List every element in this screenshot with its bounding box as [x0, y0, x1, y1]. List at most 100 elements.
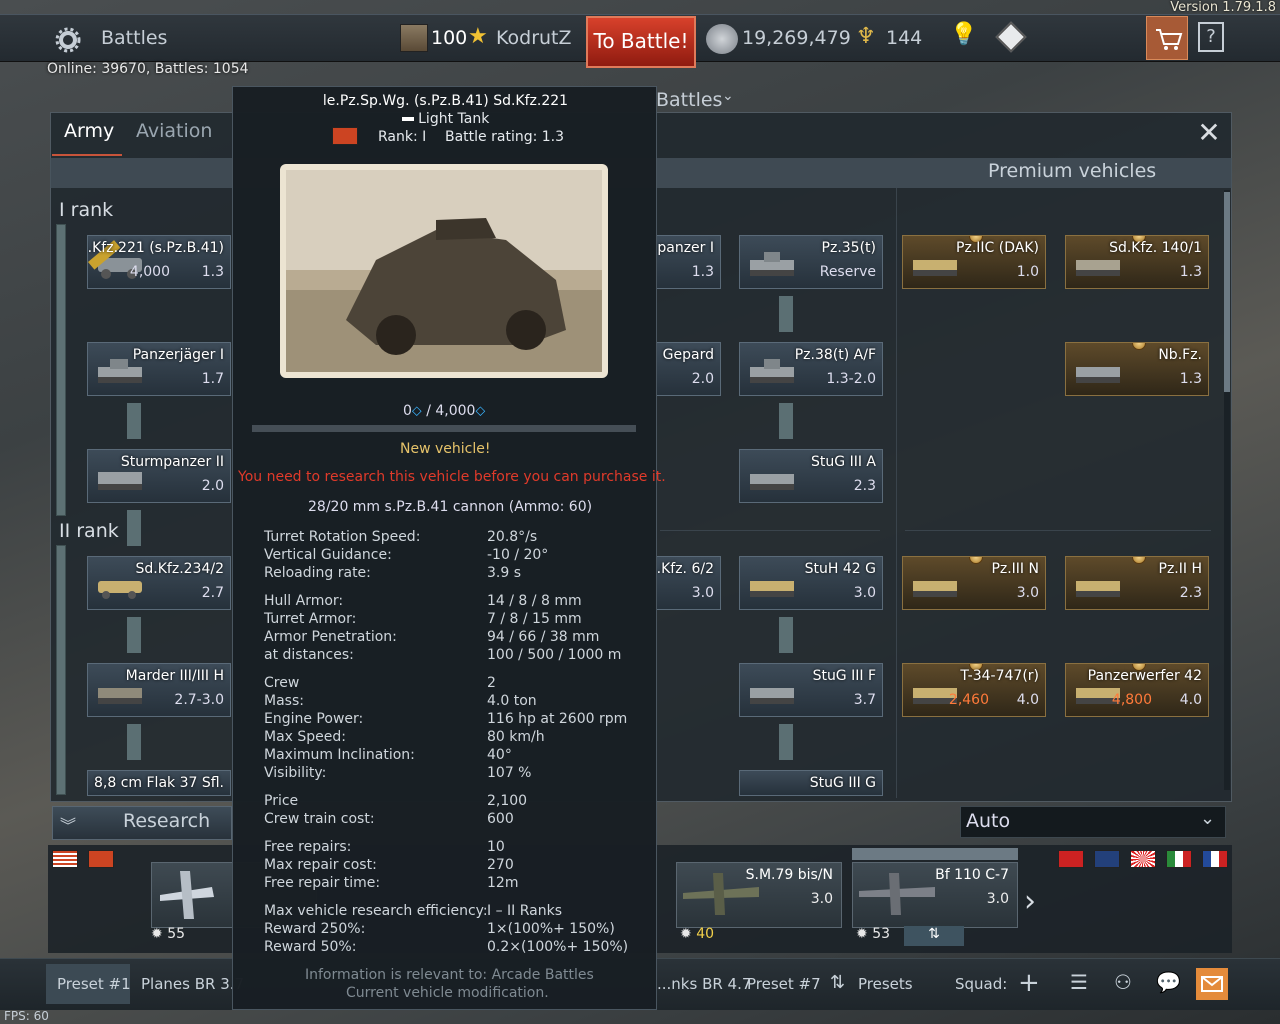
vehicle-card-stug-iii-g[interactable]: StuG III G [739, 770, 883, 796]
ussr-flag-icon[interactable] [1058, 850, 1084, 868]
vehicle-card-sdkfz221[interactable]: Sd.Kfz.221 (s.Pz.B.41) 4,000 1.3 [87, 235, 231, 289]
stat-value: 1×(100%+ 150%) [487, 921, 615, 937]
stat-label: Hull Armor: [264, 593, 344, 609]
vehicle-card-sdkfz6-2[interactable]: ...Kfz. 6/2 3.0 [655, 556, 721, 610]
battle-rating: 1.3-2.0 [826, 371, 876, 387]
vehicle-card-pz35t[interactable]: Pz.35(t) Reserve [739, 235, 883, 289]
list-icon[interactable]: ☰ [1070, 970, 1088, 994]
vehicle-card-t34-747r[interactable]: T-34-747(r) 2,460 4.0 [902, 663, 1046, 717]
chevron-right-icon[interactable]: › [1024, 884, 1036, 919]
stat-label: Maximum Inclination: [264, 747, 415, 763]
vehicle-card-pz-iii-n[interactable]: Pz.III N 3.0 [902, 556, 1046, 610]
battle-rating: 2.7-3.0 [174, 692, 224, 708]
vehicle-name: Marder III/III H [125, 668, 224, 684]
research-label[interactable]: Research [123, 810, 210, 832]
vehicle-card-stug-iii-f[interactable]: StuG III F 3.7 [739, 663, 883, 717]
vehicle-card-pz38t[interactable]: Pz.38(t) A/F 1.3-2.0 [739, 342, 883, 396]
to-battle-button[interactable]: To Battle! [586, 16, 696, 68]
sort-arrows-icon: ⇅ [830, 972, 846, 993]
rank-bar-1 [56, 224, 66, 516]
vehicle-card-nbfz[interactable]: Nb.Fz. 1.3 [1065, 342, 1209, 396]
preset-1-label[interactable]: Preset #1 [57, 975, 131, 993]
tab-aviation[interactable]: Aviation [136, 120, 212, 142]
stat-label: Free repairs: [264, 839, 352, 855]
vehicle-name: Nb.Fz. [1158, 347, 1202, 363]
vehicle-name: Sd.Kfz.234/2 [135, 561, 224, 577]
germany-flag-icon[interactable] [88, 850, 114, 868]
stat-label: Max repair cost: [264, 857, 377, 873]
research-warning: You need to research this vehicle before… [238, 469, 666, 485]
vehicle-card-pz-ii-h[interactable]: Pz.II H 2.3 [1065, 556, 1209, 610]
light-tank-icon [401, 117, 414, 121]
usa-flag-icon[interactable] [52, 850, 78, 868]
stat-value: 2 [487, 675, 496, 691]
vehicle-name: Pz.II H [1158, 561, 1202, 577]
vehicle-icon [750, 252, 794, 276]
vehicle-card-panzerwerfer-42[interactable]: Panzerwerfer 42 4,800 4.0 [1065, 663, 1209, 717]
tree-arrow [127, 510, 141, 546]
contacts-icon[interactable]: ⚇ [1114, 970, 1132, 994]
stat-label: Crew train cost: [264, 811, 375, 827]
vehicle-class: Light Tank [418, 111, 490, 127]
battle-rating: 4.0 [1016, 692, 1039, 708]
britain-flag-icon[interactable] [1094, 850, 1120, 868]
preset-tanks-br47[interactable]: ...nks BR 4.7 [657, 975, 751, 993]
vehicle-card-stuh-42-g[interactable]: StuH 42 G 3.0 [739, 556, 883, 610]
online-status: Online: 39670, Battles: 1054 [47, 61, 249, 77]
vehicle-icon [1076, 367, 1120, 383]
vehicle-card-marder-iii[interactable]: Marder III/III H 2.7-3.0 [87, 663, 231, 717]
lightbulb-icon[interactable]: 💡 [950, 22, 977, 47]
germany-flag-icon [332, 127, 358, 145]
add-squad-icon[interactable]: + [1018, 968, 1040, 998]
vehicle-name: Panzerwerfer 42 [1087, 668, 1202, 684]
vehicle-card-sturmpanzer-ii[interactable]: Sturmpanzer II 2.0 [87, 449, 231, 503]
crew-slot-bf110[interactable]: Bf 110 C-7 3.0 [852, 862, 1018, 928]
tab-army[interactable]: Army [64, 120, 114, 142]
gear-icon[interactable] [54, 26, 82, 54]
vehicle-card-stug-iii-a[interactable]: StuG III A 2.3 [739, 449, 883, 503]
stat-label: Reloading rate: [264, 565, 371, 581]
vehicle-card-col2-1[interactable]: ...panzer I 1.3 [655, 235, 721, 289]
star-icon: ★ [468, 24, 488, 49]
stat-label: Turret Armor: [264, 611, 357, 627]
france-flag-icon[interactable] [1202, 850, 1228, 868]
stat-label: Free repair time: [264, 875, 381, 891]
rank-divider-left [660, 530, 880, 531]
crew-slot-sm79-footer: ✹ 40 [680, 926, 760, 948]
close-icon[interactable]: ✕ [1188, 116, 1230, 152]
preset-7[interactable]: Preset #7 [747, 975, 821, 993]
vehicle-card-sdkfz234-2[interactable]: Sd.Kfz.234/2 2.7 [87, 556, 231, 610]
player-nickname[interactable]: KodrutZ [496, 27, 572, 49]
help-button[interactable]: ? [1198, 22, 1224, 52]
chevron-down-icon: ⌄ [722, 88, 734, 104]
vehicle-card-gepard[interactable]: Gepard 2.0 [655, 342, 721, 396]
research-current: 0 [403, 403, 412, 419]
stat-value: 80 km/h [487, 729, 545, 745]
player-level: 100 [431, 27, 468, 49]
stat-label: Reward 250%: [264, 921, 366, 937]
golden-eagles-icon: ♆ [856, 24, 876, 49]
chat-icon[interactable]: 💬 [1156, 970, 1181, 994]
vehicle-card-sdkfz140-1[interactable]: Sd.Kfz. 140/1 1.3 [1065, 235, 1209, 289]
battle-rating: 1.3 [1179, 264, 1202, 280]
italy-flag-icon[interactable] [1166, 850, 1192, 868]
mode-dropdown[interactable]: Battles [656, 89, 722, 111]
tree-scrollbar-thumb[interactable] [1224, 192, 1230, 392]
double-chevron-down-icon: ︾ [60, 816, 77, 835]
vehicle-icon [750, 688, 794, 704]
vehicle-card-pz-iic-dak[interactable]: Pz.IIC (DAK) 1.0 [902, 235, 1046, 289]
vehicle-card-panzerjager-i[interactable]: Panzerjäger I 1.7 [87, 342, 231, 396]
vehicle-name: StuG III F [812, 668, 876, 684]
avatar[interactable] [400, 24, 428, 52]
crew-icon: ✹ [151, 926, 163, 942]
shop-cart-button[interactable] [1146, 16, 1188, 60]
stat-value: 107 % [487, 765, 532, 781]
japan-flag-icon[interactable] [1130, 850, 1156, 868]
vehicle-card-flak37[interactable]: 8,8 cm Flak 37 Sfl. [87, 770, 231, 796]
mail-icon[interactable] [1196, 968, 1228, 1000]
game-mode-selector[interactable]: Battles [101, 27, 167, 49]
swap-crew-icon[interactable]: ⇅ [904, 926, 964, 946]
preset-planes-br37[interactable]: Planes BR 3.7 [141, 975, 244, 993]
presets-button[interactable]: Presets [858, 975, 913, 993]
crew-slot-sm79[interactable]: S.M.79 bis/N 3.0 [676, 862, 842, 928]
